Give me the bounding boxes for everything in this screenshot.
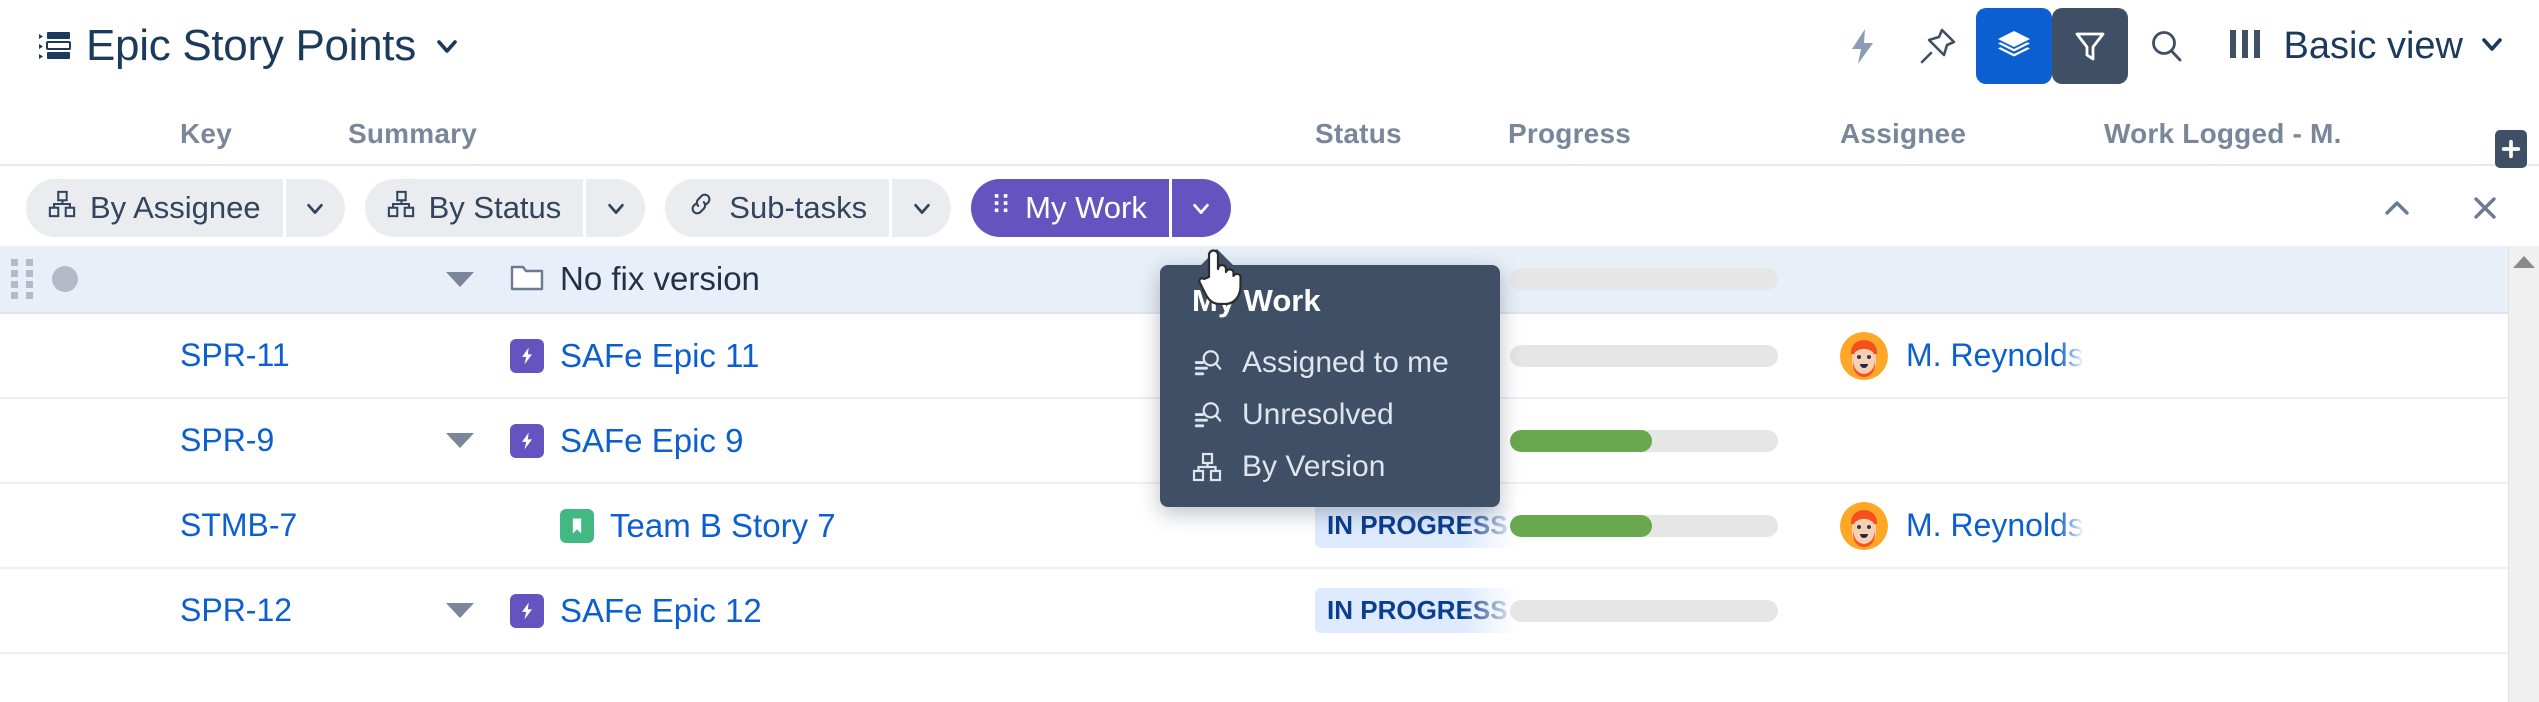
quick-filter-label: Sub-tasks bbox=[729, 190, 867, 226]
link-icon bbox=[687, 190, 715, 226]
issue-key-link[interactable]: SPR-9 bbox=[180, 399, 410, 482]
issue-progress-bar bbox=[1510, 484, 1790, 567]
assignee-name[interactable]: M. Reynolds bbox=[1906, 507, 2084, 544]
view-switcher[interactable]: Basic view bbox=[2226, 25, 2512, 68]
search-icon[interactable] bbox=[2128, 8, 2204, 84]
close-icon[interactable] bbox=[2465, 188, 2505, 228]
row-twisty-icon[interactable] bbox=[430, 399, 490, 482]
quick-filter-label: By Status bbox=[429, 190, 562, 226]
quick-filter-sub-tasks[interactable]: Sub-tasks bbox=[665, 179, 889, 237]
status-badge[interactable]: IN PROGRESS bbox=[1315, 503, 1520, 548]
column-header-progress[interactable]: Progress bbox=[1508, 118, 1631, 166]
quick-filter-bar: By Assignee By Status bbox=[0, 170, 2539, 246]
issue-summary-link[interactable]: Team B Story 7 bbox=[610, 507, 836, 545]
group-label: No fix version bbox=[560, 260, 760, 298]
row-twisty-icon[interactable] bbox=[430, 569, 490, 652]
issue-summary-cell: SAFe Epic 12 bbox=[510, 569, 1300, 652]
hierarchy-icon bbox=[1192, 452, 1222, 482]
column-header-assignee[interactable]: Assignee bbox=[1840, 118, 1966, 166]
menu-item-assigned-to-me[interactable]: Assigned to me bbox=[1160, 337, 1500, 389]
status-dot-icon bbox=[52, 246, 102, 312]
quick-filter-label: By Assignee bbox=[90, 190, 261, 226]
column-header-summary[interactable]: Summary bbox=[348, 118, 477, 166]
issue-assignee-cell[interactable]: M. Reynolds bbox=[1840, 484, 2140, 567]
automation-icon[interactable] bbox=[1824, 8, 1900, 84]
pin-icon[interactable] bbox=[1900, 8, 1976, 84]
page-title: Epic Story Points bbox=[86, 21, 416, 71]
my-work-dropdown-menu: My Work Assigned to me Unresolved bbox=[1160, 265, 1500, 507]
quick-filter-by-status-dropdown[interactable] bbox=[583, 179, 645, 237]
issue-summary-link[interactable]: SAFe Epic 9 bbox=[560, 422, 743, 460]
issue-status-cell[interactable]: IN PROGRESS bbox=[1315, 569, 1495, 652]
column-header-key[interactable]: Key bbox=[180, 118, 232, 166]
folder-icon bbox=[510, 262, 544, 297]
issue-key-link[interactable]: STMB-7 bbox=[180, 484, 410, 567]
quick-filter-by-assignee[interactable]: By Assignee bbox=[26, 179, 283, 237]
avatar bbox=[1840, 332, 1888, 380]
quick-filter-chips: By Assignee By Status bbox=[26, 179, 1251, 237]
hierarchy-icon bbox=[48, 190, 76, 226]
issue-progress-bar bbox=[1510, 569, 1790, 652]
top-bar: Epic Story Points bbox=[0, 0, 2539, 92]
hierarchy-icon bbox=[387, 190, 415, 226]
menu-item-by-version[interactable]: By Version bbox=[1160, 441, 1500, 493]
quick-filter-my-work-dropdown[interactable] bbox=[1169, 179, 1231, 237]
layers-icon[interactable] bbox=[1976, 8, 2052, 84]
chevron-up-icon[interactable] bbox=[2377, 188, 2417, 228]
chevron-down-icon[interactable] bbox=[2479, 31, 2505, 62]
search-person-icon bbox=[1192, 400, 1222, 430]
group-progress-bar bbox=[1510, 246, 1790, 312]
quick-filter-by-status[interactable]: By Status bbox=[365, 179, 584, 237]
status-badge[interactable]: IN PROGRESS bbox=[1315, 588, 1520, 633]
column-header-status[interactable]: Status bbox=[1315, 118, 1402, 166]
search-person-icon bbox=[1192, 348, 1222, 378]
drag-grid-icon bbox=[993, 190, 1011, 226]
drag-handle-icon[interactable] bbox=[8, 246, 54, 312]
chevron-down-icon[interactable] bbox=[434, 33, 460, 59]
view-switcher-label: Basic view bbox=[2284, 25, 2464, 68]
epic-icon bbox=[510, 339, 544, 373]
filter-icon[interactable] bbox=[2052, 8, 2128, 84]
column-header-row: Key Summary Status Progress Assignee Wor… bbox=[0, 118, 2539, 166]
issue-summary-link[interactable]: SAFe Epic 12 bbox=[560, 592, 762, 630]
issue-assignee-cell bbox=[1840, 399, 2140, 482]
epic-icon bbox=[510, 594, 544, 628]
menu-item-label: Assigned to me bbox=[1242, 346, 1449, 380]
issue-progress-bar bbox=[1510, 314, 1790, 397]
assignee-name[interactable]: M. Reynolds bbox=[1906, 337, 2084, 374]
quick-filter-by-assignee-dropdown[interactable] bbox=[283, 179, 345, 237]
group-twisty-icon[interactable] bbox=[430, 246, 490, 312]
story-icon bbox=[560, 509, 594, 543]
menu-item-unresolved[interactable]: Unresolved bbox=[1160, 389, 1500, 441]
columns-icon bbox=[2226, 27, 2268, 66]
vertical-scrollbar[interactable] bbox=[2508, 246, 2539, 702]
issue-key-link[interactable]: SPR-12 bbox=[180, 569, 410, 652]
epic-icon bbox=[510, 424, 544, 458]
toolbar-actions: Basic view bbox=[1824, 0, 2512, 92]
issue-progress-bar bbox=[1510, 399, 1790, 482]
page-title-group[interactable]: Epic Story Points bbox=[38, 21, 460, 71]
issue-key-link[interactable]: SPR-11 bbox=[180, 314, 410, 397]
column-header-work-logged[interactable]: Work Logged - M. bbox=[2104, 118, 2342, 166]
structure-icon bbox=[38, 31, 72, 61]
avatar bbox=[1840, 502, 1888, 550]
menu-item-label: By Version bbox=[1242, 450, 1385, 484]
add-column-button[interactable] bbox=[2495, 130, 2527, 168]
quick-filter-sub-tasks-dropdown[interactable] bbox=[889, 179, 951, 237]
table-row[interactable]: SPR-12 SAFe Epic 12 IN PROGRESS bbox=[0, 569, 2508, 654]
issue-assignee-cell[interactable]: M. Reynolds bbox=[1840, 314, 2140, 397]
issue-assignee-cell bbox=[1840, 569, 2140, 652]
triangle-up-icon[interactable] bbox=[2513, 256, 2535, 268]
menu-item-label: Unresolved bbox=[1242, 398, 1394, 432]
quick-filter-label: My Work bbox=[1025, 190, 1147, 226]
filter-bar-controls bbox=[2377, 170, 2505, 246]
quick-filter-my-work[interactable]: My Work bbox=[971, 179, 1169, 237]
issue-summary-link[interactable]: SAFe Epic 11 bbox=[560, 337, 759, 375]
menu-title: My Work bbox=[1160, 283, 1500, 337]
